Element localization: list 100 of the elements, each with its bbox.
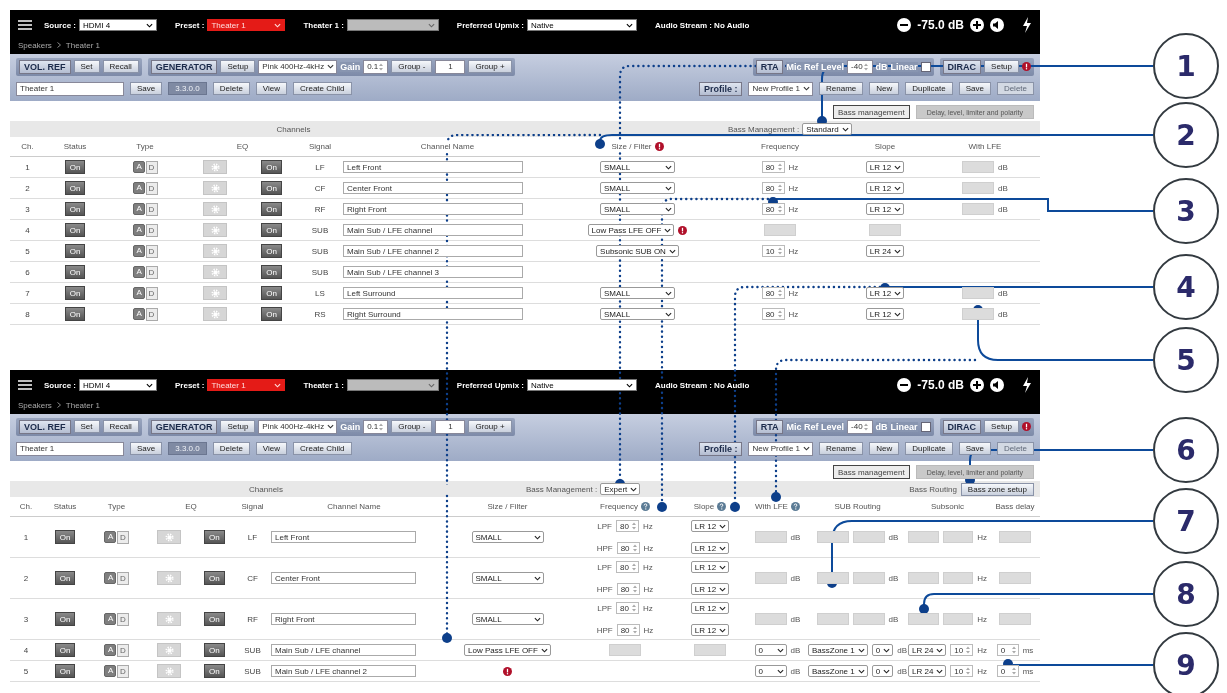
name-field[interactable]: Main Sub / LFE channel (271, 644, 416, 656)
mode-option[interactable]: A (104, 530, 116, 543)
preset-button[interactable]: Create Child (293, 82, 352, 95)
state-button[interactable]: On (64, 160, 86, 174)
dropdown[interactable]: HDMI 4 (79, 379, 157, 391)
mode-option[interactable]: A (104, 643, 116, 656)
number-field[interactable]: 10 (950, 665, 974, 677)
tab[interactable]: Bass management (832, 465, 910, 479)
state-button[interactable]: On (64, 286, 86, 300)
dropdown[interactable]: SMALL (471, 613, 544, 625)
minus-icon[interactable] (897, 378, 912, 392)
profile-button[interactable]: Duplicate (905, 442, 953, 455)
preset-button[interactable]: Delete (212, 82, 250, 95)
group-field[interactable]: 1 (435, 59, 466, 74)
bass-management-dropdown[interactable]: Expert (600, 483, 641, 495)
gain-field[interactable]: 0.1 (363, 59, 389, 74)
state-button[interactable]: On (64, 223, 86, 237)
eq-settings-button[interactable] (157, 571, 182, 585)
signal-dropdown[interactable]: Pink 400Hz-4kHz (258, 419, 338, 434)
toolbar-button[interactable]: Recall (102, 420, 139, 433)
lightning-icon[interactable] (1022, 377, 1032, 393)
name-field[interactable]: Main Sub / LFE channel 2 (343, 245, 523, 257)
number-field[interactable]: 80 (761, 203, 785, 215)
name-field[interactable]: Main Sub / LFE channel (343, 224, 523, 236)
eq-settings-button[interactable] (203, 244, 228, 258)
number-field[interactable]: 80 (761, 287, 785, 299)
mode-option[interactable]: A (132, 244, 145, 257)
toolbar-button[interactable]: Group - (391, 60, 433, 73)
dropdown[interactable]: BassZone 1 (808, 644, 868, 656)
mode-option[interactable]: D (145, 181, 158, 195)
state-button[interactable]: On (261, 265, 282, 279)
dropdown[interactable]: LR 24 (865, 245, 905, 257)
number-field[interactable]: 80 (761, 161, 785, 173)
mode-option[interactable]: D (117, 643, 129, 657)
minus-icon[interactable] (897, 18, 912, 32)
mode-option[interactable]: A (132, 160, 145, 173)
mode-option[interactable]: D (117, 664, 129, 678)
profile-button[interactable]: Rename (819, 82, 864, 95)
bass-management-dropdown[interactable]: Standard (802, 123, 852, 135)
toolbar-button[interactable]: Setup (984, 60, 1019, 73)
dropdown[interactable]: LR 24 (908, 665, 947, 677)
dropdown[interactable]: LR 12 (690, 542, 730, 554)
preset-name-field[interactable]: Theater 1 (16, 441, 124, 456)
number-field[interactable]: 80 (616, 520, 639, 532)
profile-button[interactable]: New (869, 82, 900, 95)
mode-option[interactable]: D (145, 160, 158, 174)
dropdown[interactable]: Subsonic SUB ON (596, 245, 679, 257)
number-field[interactable]: 80 (616, 542, 640, 554)
state-button[interactable]: On (204, 530, 225, 544)
toolbar-button[interactable]: Set (73, 60, 100, 73)
toolbar-button[interactable]: Setup (220, 420, 256, 433)
name-field[interactable]: Right Front (343, 203, 523, 215)
plus-icon[interactable] (970, 18, 984, 32)
eq-settings-button[interactable] (157, 664, 182, 678)
dropdown[interactable]: SMALL (600, 203, 675, 215)
lightning-icon[interactable] (1022, 17, 1032, 33)
mic-level-field[interactable]: -40 (847, 59, 873, 74)
dropdown[interactable]: 0 (754, 644, 787, 656)
breadcrumb-link[interactable]: Theater 1 (65, 40, 101, 50)
profile-button[interactable]: Save (958, 442, 991, 455)
profile-dropdown[interactable]: New Profile 1 (748, 441, 813, 456)
dropdown[interactable]: Native (527, 379, 637, 391)
dropdown[interactable]: LR 12 (865, 203, 905, 215)
state-button[interactable]: On (64, 202, 86, 216)
name-field[interactable]: Main Sub / LFE channel 3 (343, 266, 523, 278)
toolbar-button[interactable]: Group + (468, 60, 512, 73)
eq-settings-button[interactable] (203, 265, 228, 279)
mode-option[interactable]: D (117, 571, 129, 585)
dropdown[interactable]: 0 (871, 665, 894, 677)
number-field[interactable]: 0 (996, 644, 1019, 656)
breadcrumb-link[interactable]: Speakers (18, 400, 52, 410)
tab[interactable]: Bass management (832, 105, 910, 119)
plus-icon[interactable] (970, 378, 984, 392)
toolbar-button[interactable]: Recall (102, 60, 139, 73)
dropdown[interactable]: Low Pass LFE OFF (464, 644, 551, 656)
dropdown[interactable]: LR 12 (690, 520, 730, 532)
mode-option[interactable]: A (132, 202, 145, 215)
number-field[interactable]: 0 (996, 665, 1019, 677)
dropdown[interactable]: LR 12 (690, 561, 730, 573)
preset-button[interactable]: Save (130, 442, 163, 455)
profile-button[interactable]: Duplicate (905, 82, 953, 95)
mode-option[interactable]: A (132, 286, 145, 299)
mode-option[interactable]: D (145, 244, 158, 258)
dropdown[interactable]: SMALL (600, 161, 675, 173)
number-field[interactable]: 80 (761, 308, 785, 320)
dropdown[interactable]: SMALL (471, 531, 544, 543)
toolbar-button[interactable]: Group + (468, 420, 512, 433)
dropdown[interactable]: Theater 1 (207, 19, 286, 31)
dropdown[interactable]: LR 12 (865, 308, 905, 320)
dropdown[interactable]: LR 12 (865, 287, 905, 299)
state-button[interactable]: On (261, 244, 282, 258)
name-field[interactable]: Left Surround (343, 287, 523, 299)
number-field[interactable]: 80 (761, 182, 785, 194)
preset-button[interactable]: View (255, 442, 288, 455)
state-button[interactable]: On (54, 530, 76, 544)
dropdown[interactable]: LR 12 (690, 624, 730, 636)
name-field[interactable]: Right Front (271, 613, 416, 625)
dropdown[interactable]: Theater 1 (207, 379, 286, 391)
eq-settings-button[interactable] (203, 181, 228, 195)
signal-dropdown[interactable]: Pink 400Hz-4kHz (258, 59, 338, 74)
